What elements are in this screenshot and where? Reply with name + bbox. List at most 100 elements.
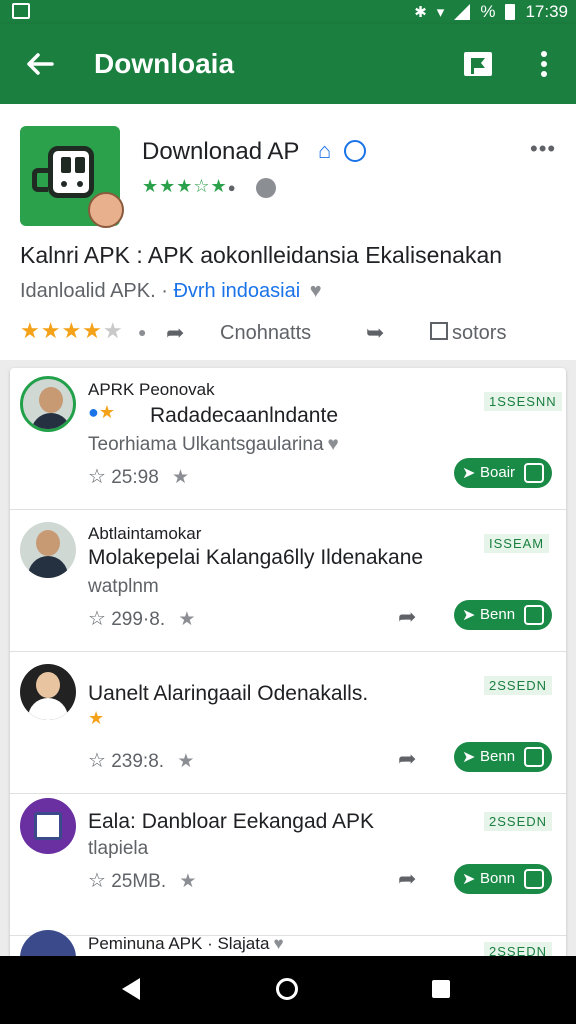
item-action-button[interactable]: ➤ Boair [454,458,552,488]
star-icon: ★ [172,467,190,488]
avatar-head [36,530,60,556]
avatar [20,798,76,854]
app-bar: Downloaia [0,24,576,104]
item-title: Radadecaanlndante [150,404,338,427]
app-headline: Kalnri APK : APK aokonlleidansia Ekalise… [20,242,503,268]
system-nav-bar [0,956,576,1024]
action-label: Boair [480,464,516,481]
item-author: Peminuna APK · Slajata ♥ [88,934,284,954]
item-subtitle: tlapiela [88,838,149,859]
list-item[interactable]: Abtlaintamokar ISSEAM Molakepelai Kalang… [10,510,566,652]
clock-icon [256,178,276,198]
heart-icon[interactable]: ♥ [328,434,339,456]
clock-time: 17:39 [525,2,568,21]
item-stats: ☆ 299·8. ★ [88,606,195,631]
item-action-button[interactable]: ➤ Benn [454,600,552,630]
send-icon: ➤ [462,871,476,888]
heart-icon[interactable]: ♥ [273,934,283,954]
item-subtitle: Teorhiama Ulkantsgaularina ♥ [88,434,339,456]
item-count: 239:8. [111,751,165,772]
app-rating-stars: ★★★☆★● [142,176,237,196]
filters-link[interactable]: sotors [452,322,506,345]
send-icon: ➤ [462,465,476,482]
flag-icon[interactable] [462,48,494,80]
app-subline: Idanloalid APK. · Ðvrh indoasiai ♥ [20,280,322,303]
rating-stars[interactable]: ★★★★★ [20,318,124,344]
item-stats: ☆ 25:98 ★ [88,464,189,489]
star-icon: ★ [177,751,195,772]
status-bar: ✱ ▾ % 17:39 [0,0,576,24]
battery-label: % [480,2,496,21]
item-action-button[interactable]: ➤ Benn [454,742,552,772]
back-arrow-icon[interactable] [24,48,56,80]
list-item[interactable]: 2SSEDN Uanelt Alaringaail Odenakalls. ★ … [10,652,566,794]
avatar-body [28,556,68,578]
verified-icon [344,140,366,162]
notification-icon [12,3,30,19]
nav-recents-icon[interactable] [432,980,450,998]
bluetooth-icon: ✱ [414,4,427,21]
item-stats: ☆ 239:8. ★ [88,748,194,773]
wifi-icon: ▾ [436,4,445,21]
star-icon: ★ [179,871,197,892]
item-subtitle: watplnm [88,576,159,597]
open-icon [524,747,544,767]
size-badge: 2SSEDN [484,812,553,831]
status-right: ✱ ▾ % 17:39 [414,2,568,22]
app-bar-title: Downloaia [94,48,235,79]
star-outline-icon[interactable]: ☆ [88,608,106,630]
list-item[interactable]: APRK Peonovak 1SSESNN ●★ Radadecaanlndan… [10,368,566,510]
list-item[interactable]: 2SSEDN Eala: Danbloar Eekangad APK tlapi… [10,794,566,936]
size-badge: 2SSEDN [484,676,553,695]
heart-icon[interactable]: ♥ [310,280,322,303]
avatar-body [31,413,71,429]
app-icon-handle [32,168,48,192]
avatar-body [28,698,68,720]
star-outline-icon[interactable]: ☆ [88,750,106,772]
nav-home-icon[interactable] [276,978,298,1000]
reshare-icon[interactable]: ➥ [366,320,384,346]
home-icon: ⌂ [318,138,332,163]
app-icon-eye [61,157,71,173]
size-badge: ISSEAM [484,534,550,553]
item-title: Uanelt Alaringaail Odenakalls. [88,682,369,705]
subline-link[interactable]: Ðvrh indoasiai [173,280,300,302]
comments-link[interactable]: Cnohnatts [220,322,311,345]
star-outline-icon[interactable]: ☆ [88,466,106,488]
share-icon[interactable]: ➦ [398,604,416,630]
nav-back-icon[interactable] [122,978,140,1000]
item-count: 299·8. [111,609,166,630]
avatar-head [36,672,60,698]
kebab-icon[interactable] [530,48,558,80]
open-icon [524,869,544,889]
app-icon-eye [75,157,85,173]
share-icon[interactable]: ➦ [398,866,416,892]
item-author: Abtlaintamokar [88,524,202,543]
signal-icon [454,4,471,20]
action-label: Bonn [480,870,516,887]
item-count: 25:98 [111,467,159,488]
app-icon-robot [48,146,94,198]
more-options-icon[interactable]: ••• [530,136,556,162]
item-author-text: Peminuna APK · Slajata [88,934,270,953]
item-count: 25MB. [111,871,167,892]
battery-icon [505,4,516,20]
item-stats: ☆ 25MB. ★ [88,868,196,893]
item-author: APRK Peonovak [88,380,215,399]
action-label: Benn [480,748,516,765]
send-icon: ➤ [462,607,476,624]
app-name: Downlonad AP [142,138,300,165]
avatar [20,522,76,578]
share-icon[interactable]: ➦ [398,746,416,772]
separator-dot: ● [138,324,147,340]
rating-row: ★★★★★ ● ➦ Cnohnatts ➥ sotors [20,318,560,348]
app-icon [20,126,124,228]
edit-icon[interactable] [430,322,448,340]
share-icon[interactable]: ➦ [166,320,184,346]
app-screen-icon [34,812,62,840]
item-subtitle-text: Teorhiama Ulkantsgaularina [88,434,324,455]
avatar [20,376,76,432]
item-action-button[interactable]: ➤ Bonn [454,864,552,894]
star-outline-icon[interactable]: ☆ [88,870,106,892]
app-detail: Downlonad AP ⌂ ••• ★★★☆★● Kalnri APK : A… [0,104,576,360]
